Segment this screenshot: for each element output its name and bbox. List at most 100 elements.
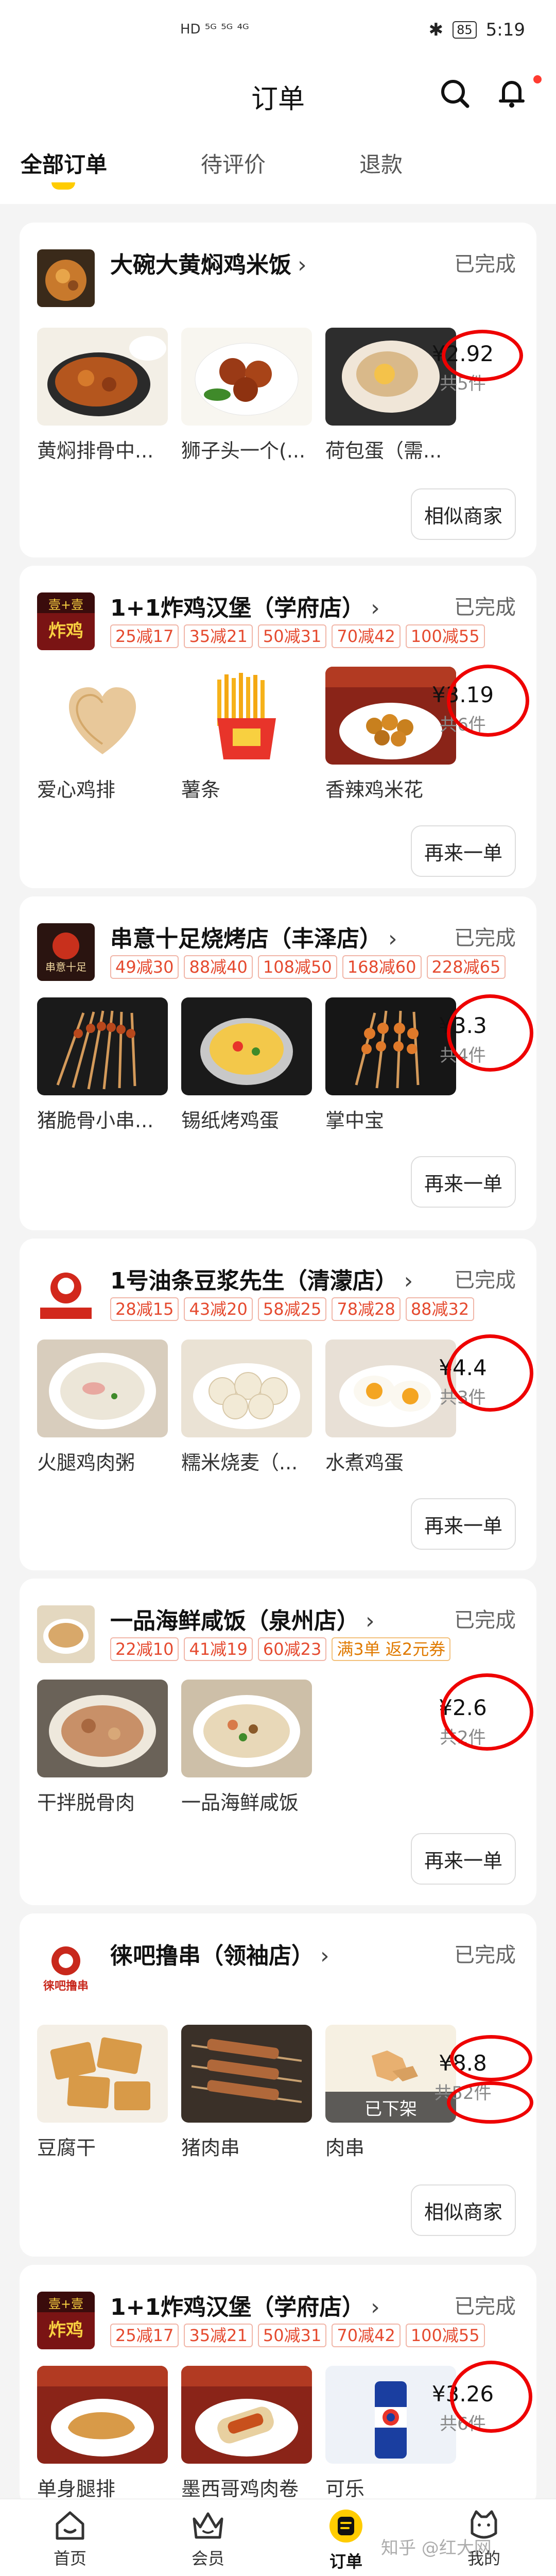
promo-tag: 满3单 返2元券 xyxy=(332,1637,451,1661)
chevron-right-icon: › xyxy=(320,1943,329,1969)
list-item: 墨西哥鸡肉卷 xyxy=(181,2366,312,2501)
item-name: 墨西哥鸡肉卷 xyxy=(181,2478,299,2500)
promo-tag: 25减17 xyxy=(110,2324,179,2347)
promo-tags: 25减17 35减21 50减31 70减42 100减55 xyxy=(110,624,485,648)
item-name: 猪脆骨小串... xyxy=(37,1109,154,1132)
list-item: 爱心鸡排 xyxy=(37,667,168,802)
list-item: 狮子头一个(... xyxy=(181,328,312,463)
tab-pending-review[interactable]: 待评价 xyxy=(201,147,266,179)
food-image xyxy=(181,997,312,1095)
list-item: 薯条 xyxy=(181,667,312,802)
store-name[interactable]: 串意十足烧烤店（丰泽店） › xyxy=(110,920,397,953)
item-name: 肉串 xyxy=(325,2137,365,2159)
food-image xyxy=(37,1680,168,1777)
store-name[interactable]: 1+1炸鸡汉堡（学府店） › xyxy=(110,2289,380,2321)
order-card[interactable]: 1号油条豆浆先生（清濛店） › 已完成 28减15 43减20 58减25 78减… xyxy=(20,1239,536,1570)
battery-level: 85 xyxy=(453,21,477,39)
order-tabs: 全部订单 待评价 退款 xyxy=(0,127,556,204)
item-list: 黄焖排骨中... 狮子头一个(... 荷包蛋（需... xyxy=(37,328,456,463)
item-name: 可乐 xyxy=(325,2478,365,2500)
tab-refund[interactable]: 退款 xyxy=(359,147,403,179)
bell-icon[interactable] xyxy=(493,74,530,111)
order-status: 已完成 xyxy=(454,252,516,276)
item-list: 干拌脱骨肉 一品海鲜咸饭 xyxy=(37,1680,312,1815)
header: 订单 xyxy=(0,60,556,127)
svg-text:壹+壹: 壹+壹 xyxy=(48,2297,83,2311)
similar-stores-button[interactable]: 相似商家 xyxy=(411,488,516,540)
list-item: 单身腿排 xyxy=(37,2366,168,2501)
list-item: 糯米烧麦（... xyxy=(181,1340,312,1475)
food-image xyxy=(181,1340,312,1437)
order-status: 已完成 xyxy=(454,926,516,950)
order-card[interactable]: 壹+壹 炸鸡 1+1炸鸡汉堡（学府店） › 已完成 25减17 35减21 50减3… xyxy=(20,566,536,888)
nav-label: 订单 xyxy=(329,2552,362,2571)
crown-icon xyxy=(193,2512,223,2539)
reorder-button[interactable]: 再来一单 xyxy=(411,1498,516,1550)
reorder-button[interactable]: 再来一单 xyxy=(411,1156,516,1208)
food-image xyxy=(37,1340,168,1437)
active-tab-indicator xyxy=(51,182,75,190)
store-name[interactable]: 大碗大黄焖鸡米饭 › xyxy=(110,246,307,279)
store-logo: 壹+壹 炸鸡 xyxy=(37,2292,95,2349)
similar-stores-button[interactable]: 相似商家 xyxy=(411,2184,516,2236)
promo-tags: 22减10 41减19 60减23 满3单 返2元券 xyxy=(110,1637,451,1661)
promo-tag: 58减25 xyxy=(257,1297,327,1321)
store-logo xyxy=(37,1265,95,1323)
promo-tag: 108减50 xyxy=(257,955,337,979)
highlight-circle xyxy=(447,1334,533,1412)
promo-tag: 35减21 xyxy=(184,624,253,648)
promo-tags: 49减30 88减40 108减50 168减60 228减65 xyxy=(110,955,506,979)
svg-text:炸鸡: 炸鸡 xyxy=(48,621,83,641)
signal-indicators: HD ⁵ᴳ ⁵ᴳ ⁴ᴳ xyxy=(180,22,249,37)
food-image xyxy=(37,2025,168,2123)
promo-tag: 70减42 xyxy=(332,2324,401,2347)
highlight-circle xyxy=(450,2361,532,2433)
store-name[interactable]: 一品海鲜咸饭（泉州店） › xyxy=(110,1602,375,1635)
home-icon xyxy=(56,2511,84,2540)
store-name[interactable]: 1号油条豆浆先生（清濛店） › xyxy=(110,1262,413,1295)
nav-membership[interactable]: 会员 xyxy=(167,2509,249,2569)
promo-tag: 43减20 xyxy=(184,1297,253,1321)
chevron-right-icon: › xyxy=(388,926,397,952)
item-name: 一品海鲜咸饭 xyxy=(181,1791,299,1814)
store-logo xyxy=(37,249,95,307)
item-name: 掌中宝 xyxy=(325,1109,385,1132)
list-item: 猪肉串 xyxy=(181,2025,312,2160)
svg-text:壹+壹: 壹+壹 xyxy=(48,598,83,612)
clock: 5:19 xyxy=(485,20,525,40)
reorder-button[interactable]: 再来一单 xyxy=(411,825,516,877)
store-logo: 串意十足 xyxy=(37,923,95,981)
list-item: 猪脆骨小串... xyxy=(37,997,168,1133)
promo-tag: 22减10 xyxy=(110,1637,179,1661)
item-list: 猪脆骨小串... 锡纸烤鸡蛋 掌中宝 xyxy=(37,997,456,1133)
store-name[interactable]: 1+1炸鸡汉堡（学府店） › xyxy=(110,589,380,622)
highlight-circle xyxy=(441,1673,533,1751)
item-list: 豆腐干 猪肉串 已下架 肉串 xyxy=(37,2025,456,2160)
item-name: 干拌脱骨肉 xyxy=(37,1791,135,1814)
order-status: 已完成 xyxy=(454,2295,516,2318)
item-name: 荷包蛋（需... xyxy=(325,439,442,462)
order-card[interactable]: 大碗大黄焖鸡米饭 › 已完成 黄焖排骨中... 狮子头一个(... 荷包蛋（需..… xyxy=(20,223,536,557)
nav-orders[interactable]: 订单 xyxy=(305,2509,387,2572)
promo-tag: 60减23 xyxy=(257,1637,327,1661)
order-card[interactable]: 徕吧撸串 徕吧撸串（领袖店） › 已完成 豆腐干 猪肉串 已下架 肉串 ¥8.8 共5… xyxy=(20,1913,536,2257)
search-icon[interactable] xyxy=(437,75,474,112)
tab-all-orders[interactable]: 全部订单 xyxy=(21,147,107,179)
food-image xyxy=(37,2366,168,2464)
food-image xyxy=(37,997,168,1095)
list-item: 锡纸烤鸡蛋 xyxy=(181,997,312,1133)
reorder-button[interactable]: 再来一单 xyxy=(411,1833,516,1885)
food-image xyxy=(37,328,168,426)
item-list: 爱心鸡排 薯条 香辣鸡米花 xyxy=(37,667,456,802)
promo-tag: 78减28 xyxy=(332,1297,401,1321)
store-logo: 徕吧撸串 xyxy=(37,1940,95,1998)
order-status: 已完成 xyxy=(454,1943,516,1967)
item-name: 火腿鸡肉粥 xyxy=(37,1451,135,1474)
nav-label: 首页 xyxy=(53,2549,86,2568)
item-name: 薯条 xyxy=(181,778,221,801)
promo-tag: 100减55 xyxy=(405,624,485,648)
store-name[interactable]: 徕吧撸串（领袖店） › xyxy=(110,1937,329,1970)
order-card[interactable]: 串意十足 串意十足烧烤店（丰泽店） › 已完成 49减30 88减40 108减5… xyxy=(20,896,536,1230)
nav-home[interactable]: 首页 xyxy=(29,2509,111,2569)
food-image xyxy=(181,328,312,426)
